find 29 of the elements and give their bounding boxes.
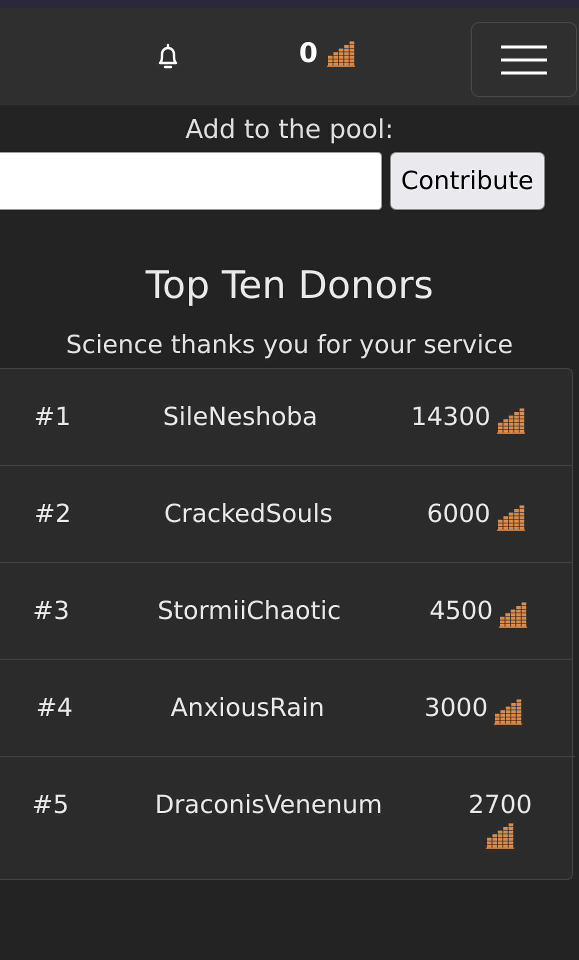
coin-stack-icon	[326, 40, 356, 66]
menu-icon	[501, 44, 547, 74]
donation-amount: 3000	[424, 693, 488, 722]
contribute-label: Add to the pool:	[185, 114, 394, 147]
donors-heading: Top Ten Donors	[146, 262, 434, 309]
donation-amount: 6000	[426, 499, 490, 528]
coin-stack-icon	[496, 504, 526, 531]
donation-amount: 14300	[410, 402, 491, 431]
contribute-button[interactable]: Contribute	[390, 152, 545, 210]
rank-cell: #4	[0, 660, 120, 756]
donor-name-cell: DraconisVenenum	[112, 756, 426, 879]
coin-stack-icon	[498, 602, 528, 628]
donation-amount: 4500	[429, 596, 493, 625]
donor-name-cell: AnxiousRain	[120, 660, 376, 756]
coin-stack-icon	[496, 408, 526, 434]
donor-name-cell: CrackedSouls	[116, 466, 380, 562]
rank-cell: #3	[0, 562, 114, 659]
donors-subtitle: Science thanks you for your service	[66, 329, 514, 361]
amount-input-field[interactable]	[0, 152, 382, 210]
coin-stack-icon	[492, 698, 523, 725]
rank-cell-text: #1	[33, 401, 72, 433]
menu-button[interactable]	[471, 22, 577, 97]
points-count: 0	[299, 40, 318, 67]
coin-stack-icon	[485, 823, 516, 849]
rank-cell: #2	[0, 466, 116, 562]
donor-name-cell-text: SileNeshoba	[162, 401, 319, 433]
donor-name-cell: StormiiChaotic	[113, 562, 386, 659]
donation-amount: 2700	[468, 790, 532, 819]
rank-cell: #5	[0, 756, 112, 879]
